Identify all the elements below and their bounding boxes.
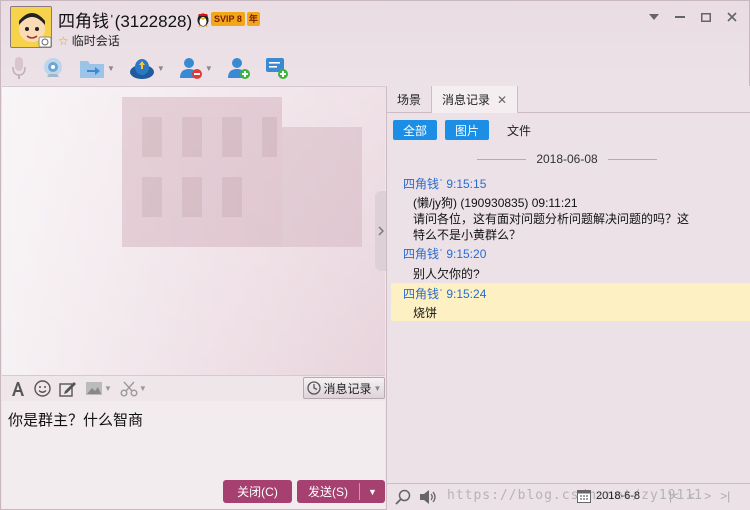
penguin-icon	[197, 13, 209, 27]
edit-icon[interactable]	[59, 381, 77, 397]
close-tab-icon[interactable]: ✕	[497, 93, 507, 107]
contact-name: 四角钱ˈ(3122828)	[58, 12, 193, 31]
date-picker[interactable]: 2018-6-8	[577, 489, 640, 503]
next-page-icon[interactable]: >	[704, 489, 711, 503]
font-icon[interactable]	[10, 381, 26, 397]
message-line: 特么不是小黄群么？	[413, 228, 522, 242]
maximize-icon[interactable]	[693, 7, 719, 27]
chat-window: 四角钱ˈ(3122828) SVIP 8 年 ☆ 临时会话 ▼ ▼ ▼ ▼ ▼ …	[0, 0, 750, 510]
microphone-icon[interactable]	[11, 56, 27, 80]
tab-message-history-label: 消息记录	[442, 93, 491, 107]
last-page-icon[interactable]: >|	[720, 489, 730, 503]
message-line: 烧饼	[413, 306, 438, 320]
panel-tabs: 场景 消息记录 ✕	[387, 86, 750, 113]
message-sender[interactable]: 四角钱ˈ 9:15:24	[403, 285, 486, 302]
vip-level: SVIP 8	[211, 12, 245, 26]
remote-assist-icon[interactable]: ▼	[129, 57, 165, 79]
message-input-text[interactable]: 你是群主？什么智商	[8, 409, 143, 430]
close-button[interactable]: 关闭(C)	[223, 480, 292, 503]
vip-badge[interactable]: SVIP 8 年	[196, 11, 260, 27]
history-filters: 全部 图片 文件	[393, 120, 541, 140]
history-bottom-bar: https://blog.csdn.net/zy19111 2018-6-8 |…	[387, 483, 750, 510]
filter-files[interactable]: 文件	[497, 120, 541, 140]
background-building-image	[122, 97, 362, 247]
close-icon[interactable]	[719, 7, 745, 27]
side-panel: 场景 消息记录 ✕ 全部 图片 文件 2018-06-08 四角钱ˈ 9:15:…	[386, 86, 750, 510]
emoji-icon[interactable]	[34, 380, 51, 397]
first-page-icon[interactable]: |<	[669, 489, 679, 503]
video-icon[interactable]	[41, 56, 65, 80]
vip-year: 年	[246, 12, 260, 26]
dropdown-menu-icon[interactable]	[641, 7, 667, 27]
window-controls	[641, 7, 745, 27]
message-history-button[interactable]: 消息记录 ▼	[303, 377, 385, 399]
tab-message-history[interactable]: 消息记录 ✕	[431, 86, 519, 113]
watermark-text: https://blog.csdn.net/zy19111	[447, 488, 703, 503]
remove-contact-icon[interactable]: ▼	[179, 56, 213, 80]
star-icon: ☆	[58, 33, 69, 48]
minimize-icon[interactable]	[667, 7, 693, 27]
image-icon[interactable]: ▼	[85, 381, 112, 396]
toolbar: ▼ ▼ ▼	[1, 53, 295, 83]
session-status: ☆ 临时会话	[58, 32, 120, 49]
tab-scene[interactable]: 场景	[387, 86, 431, 113]
filter-images[interactable]: 图片	[445, 120, 490, 140]
scissors-icon[interactable]: ▼	[120, 381, 147, 397]
add-contact-icon[interactable]	[227, 56, 251, 80]
message-line: (懒/jy狗) (190930835) 09:11:21	[413, 196, 578, 210]
clock-icon	[306, 381, 321, 395]
filter-all[interactable]: 全部	[393, 120, 438, 140]
message-line: 别人欠你的?	[413, 267, 480, 281]
chevron-right-icon	[378, 226, 384, 236]
avatar[interactable]	[10, 6, 52, 48]
calendar-icon	[577, 490, 591, 503]
prev-page-icon[interactable]: <	[688, 489, 695, 503]
page-navigation: |< < > >|	[669, 489, 730, 503]
search-icon[interactable]	[395, 489, 411, 505]
message-history-label: 消息记录	[323, 381, 372, 396]
date-divider-text: 2018-06-08	[536, 152, 598, 166]
message-sender[interactable]: 四角钱ˈ 9:15:15	[403, 175, 486, 192]
session-label: 临时会话	[71, 34, 120, 48]
file-transfer-icon[interactable]: ▼	[79, 57, 115, 79]
message-line: 请问各位，这有面对问题分析问题解决问题的吗？这	[413, 212, 690, 226]
bottom-date-text: 2018-6-8	[596, 490, 641, 502]
send-message-icon[interactable]	[265, 56, 289, 80]
date-divider: 2018-06-08	[477, 152, 658, 166]
chat-history-area	[2, 86, 385, 375]
send-button-label[interactable]: 发送(S)	[297, 483, 359, 500]
send-options-chevron-down-icon[interactable]: ▼	[360, 487, 385, 497]
title-bar: 四角钱ˈ(3122828) SVIP 8 年 ☆ 临时会话	[1, 1, 750, 51]
speaker-icon[interactable]	[419, 489, 437, 505]
message-sender[interactable]: 四角钱ˈ 9:15:20	[403, 245, 486, 262]
send-button[interactable]: 发送(S) ▼	[297, 480, 385, 503]
tab-scene-label: 场景	[397, 93, 422, 107]
